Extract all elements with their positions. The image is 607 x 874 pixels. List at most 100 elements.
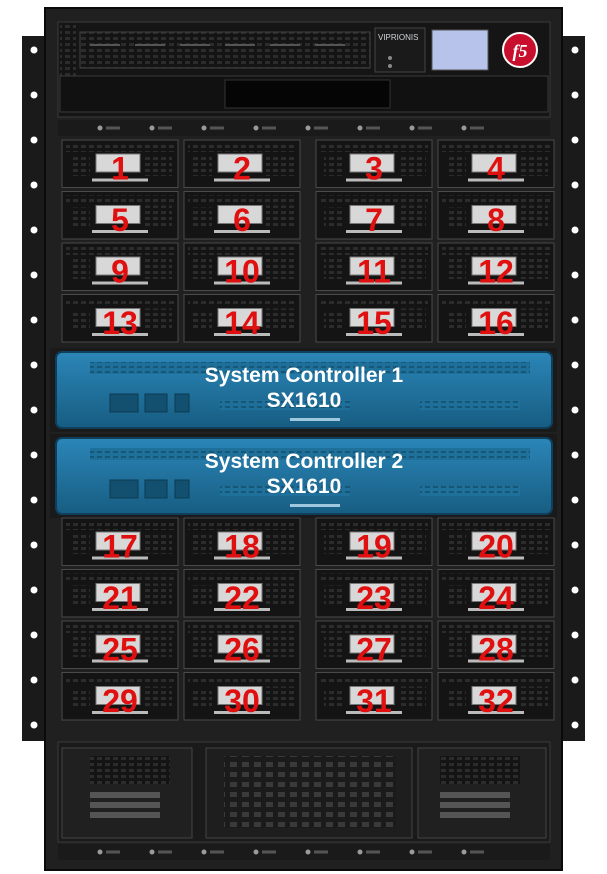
brand-label: VIPRIONIS <box>378 33 418 42</box>
blade-slot-number: 29 <box>102 683 138 719</box>
blade-slot-number: 14 <box>224 305 260 341</box>
rail-hole <box>571 91 579 99</box>
rail-hole <box>571 361 579 369</box>
rail-hole <box>571 496 579 504</box>
controller-name: System Controller 2 <box>205 450 403 473</box>
rail-hole <box>571 451 579 459</box>
screw-icon <box>253 849 259 855</box>
screw-icon <box>357 125 363 131</box>
rail-hole <box>30 226 38 234</box>
blade-slot: 12 <box>437 242 555 291</box>
controller-model: SX1610 <box>267 475 342 498</box>
rail-hole <box>30 361 38 369</box>
blade-slot: 17 <box>61 517 179 566</box>
rail-hole <box>30 406 38 414</box>
blade-slot: 31 <box>315 672 433 721</box>
blade-slot-number: 27 <box>356 632 392 668</box>
blade-slot-number: 24 <box>478 580 514 616</box>
fan-tray-module <box>57 741 551 843</box>
controller-name: System Controller 1 <box>205 364 404 387</box>
blade-slot: 18 <box>183 517 301 566</box>
blade-slot: 9 <box>61 242 179 291</box>
blade-slot-number: 30 <box>224 683 260 719</box>
blade-slot: 15 <box>315 294 433 343</box>
blade-slot-number: 7 <box>365 202 383 238</box>
rail-hole <box>30 631 38 639</box>
blade-slot: 16 <box>437 294 555 343</box>
system-controller: System Controller 1SX1610 <box>50 348 557 432</box>
blade-slot: 29 <box>61 672 179 721</box>
screw-icon <box>201 849 207 855</box>
blade-slot: 7 <box>315 191 433 240</box>
blade-slot-number: 16 <box>478 305 514 341</box>
screw-icon <box>149 125 155 131</box>
rail-hole <box>30 586 38 594</box>
blade-slot-number: 5 <box>111 202 129 238</box>
rail-hole <box>571 316 579 324</box>
blade-slot: 20 <box>437 517 555 566</box>
controller-model: SX1610 <box>267 389 342 412</box>
blade-slot: 6 <box>183 191 301 240</box>
blade-slot-number: 21 <box>102 580 138 616</box>
screw-icon <box>149 849 155 855</box>
rail-hole <box>30 451 38 459</box>
blade-slot-number: 25 <box>102 632 138 668</box>
blade-slot: 24 <box>437 569 555 618</box>
blade-slot-number: 17 <box>102 529 138 565</box>
rail-hole <box>30 91 38 99</box>
screw-icon <box>305 849 311 855</box>
screw-icon <box>409 849 415 855</box>
header-module: VIPRIONIS f5 <box>57 21 551 118</box>
blade-slot-number: 3 <box>365 151 383 187</box>
blade-slot-number: 13 <box>102 305 138 341</box>
blade-slot-number: 11 <box>357 254 391 290</box>
blade-slot-number: 32 <box>478 683 514 719</box>
rail-hole <box>30 676 38 684</box>
blade-slot: 1 <box>61 139 179 188</box>
blade-slot-number: 10 <box>224 254 260 290</box>
screw-icon <box>461 849 467 855</box>
rail-hole <box>571 676 579 684</box>
rail-hole <box>571 631 579 639</box>
blade-slot: 32 <box>437 672 555 721</box>
blade-slot: 30 <box>183 672 301 721</box>
screw-icon <box>461 125 467 131</box>
blade-slot-number: 18 <box>224 529 260 565</box>
blade-slot-number: 26 <box>224 632 260 668</box>
blade-slot-number: 1 <box>111 151 129 187</box>
blade-slot: 5 <box>61 191 179 240</box>
screw-icon <box>201 125 207 131</box>
rail-hole <box>30 271 38 279</box>
rail-hole <box>571 541 579 549</box>
blade-slot: 23 <box>315 569 433 618</box>
blade-slot: 27 <box>315 620 433 669</box>
screw-icon <box>305 125 311 131</box>
blade-slot-number: 20 <box>478 529 514 565</box>
rail-hole <box>30 721 38 729</box>
chassis-diagram: VIPRIONIS f5 1 2 3 45 6 7 89 10 11 1213 14 15 16 Sys… <box>22 7 585 871</box>
blade-slot-number: 19 <box>356 529 392 565</box>
blade-slot-number: 12 <box>478 254 514 290</box>
blade-slot: 11 <box>315 242 433 291</box>
rail-hole <box>571 181 579 189</box>
blade-slot: 3 <box>315 139 433 188</box>
rail-hole <box>571 721 579 729</box>
screw-icon <box>97 125 103 131</box>
blade-slot: 21 <box>61 569 179 618</box>
top-screw-strip <box>58 120 550 136</box>
blade-slot: 25 <box>61 620 179 669</box>
screw-icon <box>357 849 363 855</box>
screw-icon <box>97 849 103 855</box>
bottom-screw-strip <box>58 844 550 860</box>
blade-slot-number: 2 <box>233 151 251 187</box>
rail-hole <box>571 586 579 594</box>
blade-slot: 10 <box>183 242 301 291</box>
rail-hole <box>30 496 38 504</box>
rail-hole <box>30 181 38 189</box>
rail-hole <box>571 46 579 54</box>
rail-hole <box>571 271 579 279</box>
blade-slot-number: 23 <box>356 580 392 616</box>
rail-hole <box>30 136 38 144</box>
f5-logo-text: f5 <box>513 41 528 61</box>
blade-slot: 8 <box>437 191 555 240</box>
